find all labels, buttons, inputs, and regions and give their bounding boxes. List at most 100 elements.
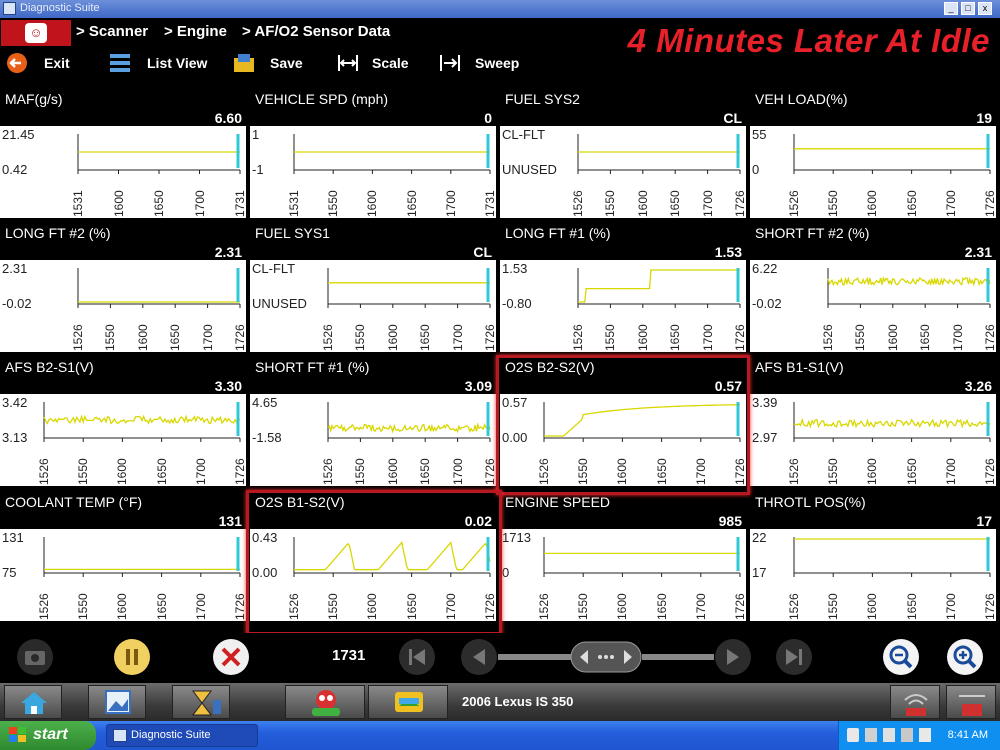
camera-button[interactable]: [16, 638, 54, 676]
taskbar-item-diagnostic-suite[interactable]: Diagnostic Suite: [106, 724, 258, 747]
vehicle-button[interactable]: [368, 685, 448, 719]
panel-plot[interactable]: CL-FLT UNUSED 1526 1550 1600 1650 1700 1726: [500, 126, 747, 218]
sensor-panel[interactable]: MAF(g/s) 6.60 21.45 0.42 1531 1600 1650 1700 173…: [0, 88, 247, 218]
x-axis-label: 1700: [950, 324, 965, 351]
x-axis-label: 1526: [71, 324, 85, 351]
panel-plot[interactable]: 3.42 3.13 1526 1550 1600 1650 1700 1726: [0, 394, 247, 486]
tray-icon[interactable]: [883, 728, 895, 742]
sensor-panel[interactable]: SHORT FT #1 (%) 3.09 4.65 -1.58 1526 1550 1600…: [250, 356, 497, 486]
image-icon: [105, 690, 131, 714]
breadcrumb-engine[interactable]: > Engine: [164, 23, 227, 40]
panel-plot[interactable]: 0.57 0.00 1526 1550 1600 1650 1700 1726: [500, 394, 747, 486]
panel-value: 2.31: [964, 244, 992, 260]
panel-plot[interactable]: 1713 0 1526 1550 1600 1650 1700 1726: [500, 529, 747, 621]
sensor-panel[interactable]: FUEL SYS1 CL CL-FLT UNUSED 1526 1550 1600 1650 1…: [250, 222, 497, 352]
panel-plot[interactable]: 3.39 2.97 1526 1550 1600 1650 1700 1726: [750, 394, 997, 486]
x-axis-label: 1550: [826, 458, 841, 485]
panel-name: O2S B1-S2(V): [255, 494, 345, 510]
x-axis-label: 1550: [853, 324, 868, 351]
sweep-icon: [440, 55, 460, 71]
slider-track-left[interactable]: [498, 654, 578, 660]
close-window-button[interactable]: x: [978, 2, 992, 15]
sensor-panel[interactable]: THROTL POS(%) 17 22 17 1526 1550 1600 1650 1700 1…: [750, 491, 997, 621]
x-axis-label: 1726: [733, 593, 747, 620]
sensor-panel[interactable]: FUEL SYS2 CL CL-FLT UNUSED 1526 1550 1600 1650 1…: [500, 88, 747, 218]
sweep-button[interactable]: Sweep: [438, 51, 528, 77]
slider-thumb[interactable]: [570, 641, 642, 673]
panel-name: VEH LOAD(%): [755, 91, 848, 107]
breadcrumb-scanner[interactable]: > Scanner: [76, 23, 148, 40]
maximize-button[interactable]: □: [961, 2, 975, 15]
panel-plot[interactable]: 1 -1 1531 1550 1600 1650 1700 1731: [250, 126, 497, 218]
panel-header: O2S B2-S2(V) 0.57: [500, 356, 746, 394]
x-axis-label: 1600: [865, 593, 880, 620]
home-button[interactable]: [4, 685, 62, 719]
x-axis-label: 1550: [576, 458, 591, 485]
sensor-panel[interactable]: AFS B2-S1(V) 3.30 3.42 3.13 1526 1550 1600 1650…: [0, 356, 247, 486]
x-axis-label: 1600: [385, 324, 400, 351]
panel-name: AFS B2-S1(V): [5, 359, 94, 375]
panel-value: 131: [218, 513, 242, 529]
playback-controls: 1731: [0, 633, 1000, 681]
panel-header: FUEL SYS2 CL: [500, 88, 746, 126]
sensor-panel[interactable]: COOLANT TEMP (°F) 131 131 75 1526 1550 1600 165…: [0, 491, 247, 621]
sensor-panel[interactable]: O2S B1-S2(V) 0.02 0.43 0.00 1526 1550 1600 1650…: [250, 491, 497, 621]
tray-icon[interactable]: [847, 728, 859, 742]
clear-button[interactable]: [212, 638, 250, 676]
minimize-button[interactable]: _: [944, 2, 958, 15]
panel-plot[interactable]: 21.45 0.42 1531 1600 1650 1700 1731: [0, 126, 247, 218]
step-back-button[interactable]: [460, 638, 498, 676]
panel-header: THROTL POS(%) 17: [750, 491, 996, 529]
skip-last-button[interactable]: [775, 638, 813, 676]
app-icon: [3, 2, 16, 15]
sensor-panel[interactable]: VEH LOAD(%) 19 55 0 1526 1550 1600 1650 1700 1726: [750, 88, 997, 218]
scanner-button[interactable]: [285, 685, 365, 719]
panel-plot[interactable]: 1.53 -0.80 1526 1550 1600 1650 1700 1726: [500, 260, 747, 352]
hourglass-icon: [192, 690, 221, 716]
zoom-in-button[interactable]: [946, 638, 984, 676]
sensor-panel[interactable]: SHORT FT #2 (%) 2.31 6.22 -0.02 1526 1550 1600…: [750, 222, 997, 352]
pause-button[interactable]: [113, 638, 151, 676]
scanner-logo[interactable]: ☺: [1, 20, 71, 46]
connection-button[interactable]: [890, 685, 940, 719]
sensor-panel[interactable]: O2S B2-S2(V) 0.57 0.57 0.00 1526 1550 1600 1650…: [500, 356, 747, 486]
tray-icon[interactable]: [901, 728, 913, 742]
sensor-panel[interactable]: LONG FT #2 (%) 2.31 2.31 -0.02 1526 1550 1600 1…: [0, 222, 247, 352]
zoom-out-button[interactable]: [882, 638, 920, 676]
slider-track-right[interactable]: [642, 654, 714, 660]
tray-icon[interactable]: [865, 728, 877, 742]
panel-value: 985: [718, 513, 742, 529]
tray-icon[interactable]: [919, 728, 931, 742]
exit-button[interactable]: Exit: [6, 51, 86, 77]
panel-plot[interactable]: 55 0 1526 1550 1600 1650 1700 1726: [750, 126, 997, 218]
usb-button[interactable]: [946, 685, 996, 719]
start-button[interactable]: start: [0, 721, 96, 750]
panel-plot[interactable]: 0.43 0.00 1526 1550 1600 1650 1700 1726: [250, 529, 497, 621]
window-title: Diagnostic Suite: [20, 2, 100, 14]
system-tray: 8:41 AM: [838, 721, 1000, 750]
scale-button[interactable]: Scale: [336, 51, 416, 77]
save-button[interactable]: Save: [232, 51, 312, 77]
tools-button[interactable]: [172, 685, 230, 719]
panel-plot[interactable]: CL-FLT UNUSED 1526 1550 1600 1650 1700 1726: [250, 260, 497, 352]
scale-icon: [338, 55, 358, 71]
screen-button[interactable]: [88, 685, 146, 719]
panel-plot[interactable]: 2.31 -0.02 1526 1550 1600 1650 1700 1726: [0, 260, 247, 352]
breadcrumb: ☺ > Scanner > Engine > AF/O2 Sensor Data…: [0, 18, 1000, 59]
list-view-button[interactable]: List View: [108, 51, 218, 77]
step-forward-button[interactable]: [714, 638, 752, 676]
panel-plot[interactable]: 22 17 1526 1550 1600 1650 1700 1726: [750, 529, 997, 621]
x-axis-label: 1550: [103, 324, 118, 351]
sensor-panel[interactable]: ENGINE SPEED 985 1713 0 1526 1550 1600 1650 1700…: [500, 491, 747, 621]
sensor-panel[interactable]: LONG FT #1 (%) 1.53 1.53 -0.80 1526 1550 1600 1…: [500, 222, 747, 352]
panel-name: SHORT FT #2 (%): [755, 225, 870, 241]
panel-plot[interactable]: 131 75 1526 1550 1600 1650 1700 1726: [0, 529, 247, 621]
panel-header: LONG FT #2 (%) 2.31: [0, 222, 246, 260]
sensor-panel[interactable]: VEHICLE SPD (mph) 0 1 -1 1531 1550 1600 1650 170…: [250, 88, 497, 218]
panel-plot[interactable]: 4.65 -1.58 1526 1550 1600 1650 1700 1726: [250, 394, 497, 486]
x-axis-label: 1526: [821, 324, 835, 351]
skip-first-button[interactable]: [398, 638, 436, 676]
panel-plot[interactable]: 6.22 -0.02 1526 1550 1600 1650 1700 1726: [750, 260, 997, 352]
x-axis-label: 1600: [111, 190, 126, 217]
sensor-panel[interactable]: AFS B1-S1(V) 3.26 3.39 2.97 1526 1550 1600 1650…: [750, 356, 997, 486]
